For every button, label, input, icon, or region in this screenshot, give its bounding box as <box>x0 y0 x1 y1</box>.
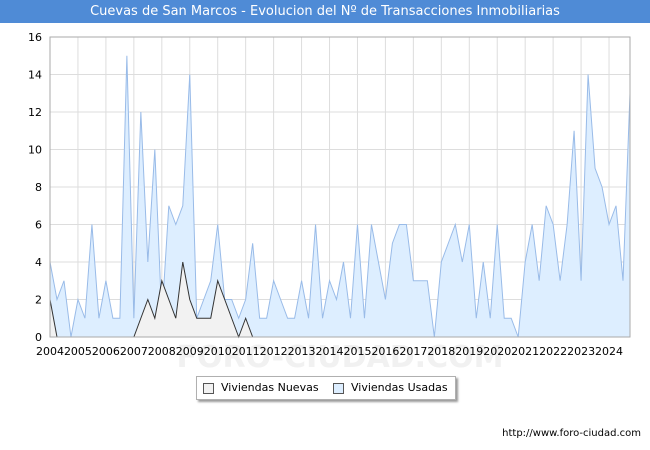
legend-swatch-nuevas <box>203 383 214 394</box>
x-tick-label: 2021 <box>511 345 539 358</box>
area-usadas <box>50 55 630 337</box>
x-tick-label: 2007 <box>120 345 148 358</box>
x-tick-label: 2005 <box>64 345 92 358</box>
x-tick-label: 2019 <box>455 345 483 358</box>
chart-title: Cuevas de San Marcos - Evolucion del Nº … <box>0 0 650 23</box>
x-tick-label: 2006 <box>92 345 120 358</box>
chart-area: FORO-CIUDAD.COM 02468101214162004 2005 200… <box>28 31 631 373</box>
x-tick-label: 2012 <box>260 345 288 358</box>
x-tick-label: 2014 <box>316 345 344 358</box>
source-link[interactable]: http://www.foro-ciudad.com <box>502 428 641 439</box>
y-tick-label: 4 <box>35 256 42 269</box>
x-tick-label: 2017 <box>399 345 427 358</box>
y-tick-label: 10 <box>28 144 42 157</box>
y-tick-label: 8 <box>35 181 42 194</box>
y-tick-label: 2 <box>35 294 42 307</box>
x-tick-label: 2008 <box>148 345 176 358</box>
x-tick-label: 2016 <box>371 345 399 358</box>
legend-swatch-usadas <box>333 383 344 394</box>
x-tick-label: 2013 <box>288 345 316 358</box>
y-tick-label: 6 <box>35 219 42 232</box>
series-area <box>49 55 631 339</box>
x-tick-label: 2024 <box>595 345 623 358</box>
legend: Viviendas Nuevas Viviendas Usadas <box>196 376 456 400</box>
x-tick-label: 2023 <box>567 345 595 358</box>
y-tick-label: 14 <box>28 69 42 82</box>
x-tick-label: 2011 <box>232 345 260 358</box>
legend-label-nuevas: Viviendas Nuevas <box>221 381 319 394</box>
y-tick-label: 0 <box>35 331 42 344</box>
x-tick-label: 2009 <box>176 345 204 358</box>
x-tick-label: 2020 <box>483 345 511 358</box>
y-tick-label: 16 <box>28 31 42 44</box>
x-tick-label: 2010 <box>204 345 232 358</box>
x-tick-label: 2015 <box>343 345 371 358</box>
x-tick-label: 2018 <box>427 345 455 358</box>
legend-label-usadas: Viviendas Usadas <box>351 381 448 394</box>
x-tick-label: 2004 <box>36 345 64 358</box>
y-tick-label: 12 <box>28 106 42 119</box>
x-tick-label: 2022 <box>539 345 567 358</box>
